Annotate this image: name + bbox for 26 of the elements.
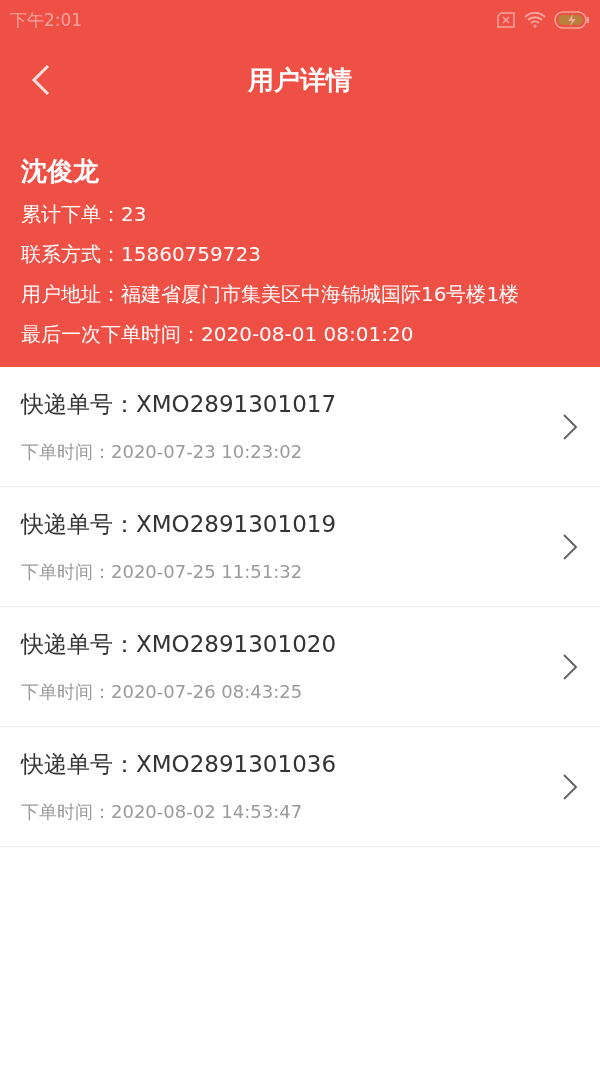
wifi-icon [524,12,546,28]
order-row[interactable]: 快递单号：XMO2891301019 下单时间：2020-07-25 11:51:32 [0,487,600,607]
order-time: 下单时间：2020-08-02 14:53:47 [21,800,304,824]
order-time: 下单时间：2020-07-25 11:51:32 [21,560,304,584]
chevron-right-icon [562,772,578,801]
user-detail: 联系方式：15860759723 [21,241,262,267]
chevron-right-icon [562,652,578,681]
order-number: 快递单号：XMO2891301036 [21,750,338,779]
user-detail: 用户地址：福建省厦门市集美区中海锦城国际16号楼1楼 [21,281,521,307]
order-number: 快递单号：XMO2891301019 [21,510,338,539]
chevron-right-icon [562,412,578,441]
order-row[interactable]: 快递单号：XMO2891301017 下单时间：2020-07-23 10:23:02 [0,367,600,487]
battery-icon [554,11,590,29]
sim-icon [496,12,516,28]
order-number: 快递单号：XMO2891301017 [21,390,338,419]
page-title: 用户详情 [248,63,352,97]
order-row[interactable]: 快递单号：XMO2891301020 下单时间：2020-07-26 08:43:25 [0,607,600,727]
user-name: 沈俊龙 [21,155,100,188]
order-number: 快递单号：XMO2891301020 [21,630,338,659]
order-row[interactable]: 快递单号：XMO2891301036 下单时间：2020-08-02 14:53:47 [0,727,600,847]
order-time: 下单时间：2020-07-26 08:43:25 [21,680,304,704]
status-time: 下午2:01 [10,8,83,32]
user-detail: 累计下单：23 [21,201,148,227]
order-time: 下单时间：2020-07-23 10:23:02 [21,440,304,464]
user-detail: 最后一次下单时间：2020-08-01 08:01:20 [21,321,415,347]
chevron-right-icon [562,532,578,561]
